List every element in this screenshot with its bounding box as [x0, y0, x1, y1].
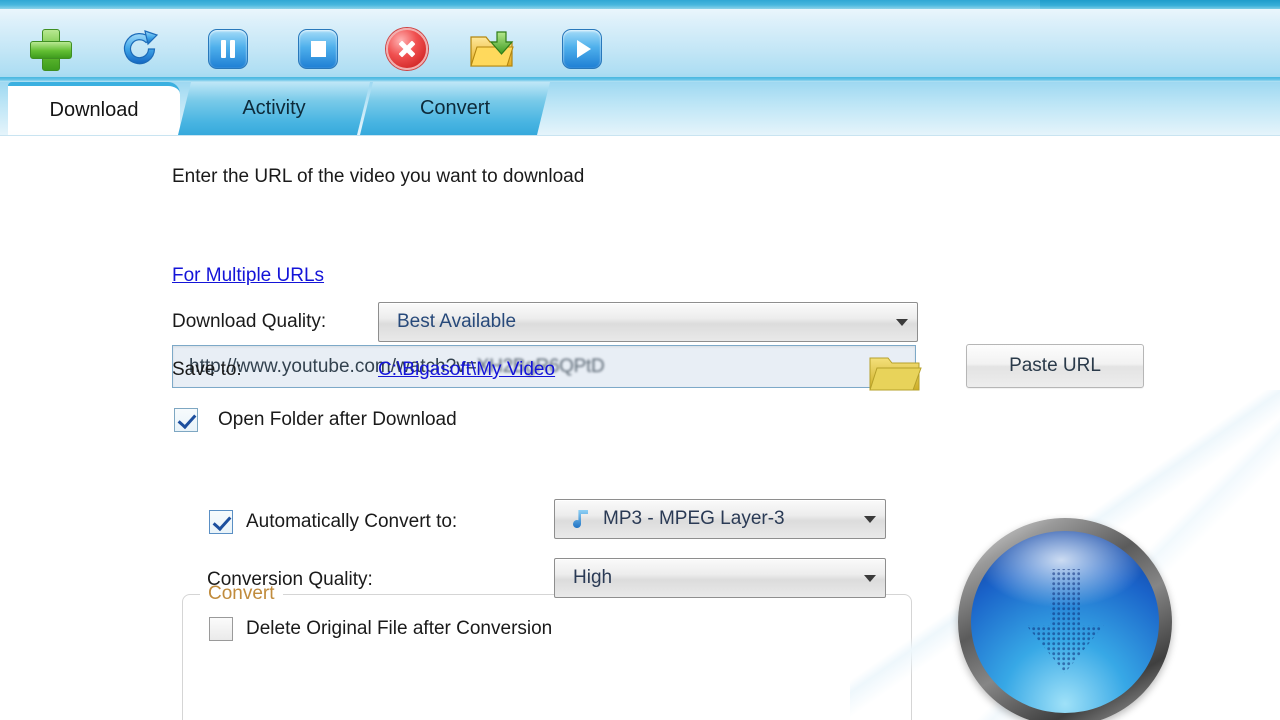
conversion-quality-select[interactable]: High	[554, 558, 886, 598]
chevron-down-icon	[855, 515, 885, 523]
tab-bar: Download Activity Convert	[0, 82, 1280, 135]
stop-icon	[298, 29, 338, 69]
download-sphere-graphic	[958, 518, 1172, 720]
delete-original-label: Delete Original File after Conversion	[246, 618, 553, 639]
play-button[interactable]	[554, 21, 610, 77]
conversion-quality-label: Conversion Quality:	[207, 569, 373, 590]
save-to-label: Save to:	[172, 359, 242, 380]
download-quality-label: Download Quality:	[172, 311, 327, 332]
conversion-quality-value: High	[573, 567, 613, 588]
paste-url-button[interactable]: Paste URL	[966, 344, 1144, 388]
refresh-button[interactable]	[112, 21, 168, 77]
title-bar-strip-right	[1040, 0, 1280, 9]
convert-format-select[interactable]: MP3 - MPEG Layer-3	[554, 499, 886, 539]
download-quality-select[interactable]: Best Available	[378, 302, 918, 342]
toolbar	[0, 9, 1280, 81]
tab-activity-label: Activity	[242, 97, 306, 119]
download-quality-value: Best Available	[397, 311, 517, 332]
plus-icon	[29, 28, 72, 71]
save-to-path-link[interactable]: C:\Bigasoft\My Video	[378, 359, 555, 381]
tab-activity[interactable]: Activity	[178, 82, 370, 135]
convert-groupbox	[182, 594, 912, 720]
chevron-down-icon	[855, 574, 885, 582]
refresh-icon	[123, 30, 159, 65]
folder-download-icon	[470, 31, 514, 67]
sphere-inner	[971, 531, 1159, 713]
paste-url-label: Paste URL	[1009, 355, 1101, 376]
stop-button[interactable]	[290, 21, 346, 77]
download-arrow-icon	[1026, 569, 1104, 673]
auto-convert-label: Automatically Convert to:	[246, 511, 458, 532]
pause-button[interactable]	[200, 21, 256, 77]
tab-convert-label: Convert	[419, 97, 491, 119]
delete-original-checkbox[interactable]	[209, 617, 233, 641]
open-folder-button[interactable]	[464, 21, 520, 77]
chevron-down-icon	[887, 318, 917, 326]
open-folder-after-download-checkbox[interactable]	[174, 408, 198, 432]
play-icon	[562, 29, 602, 69]
browse-folder-icon[interactable]	[868, 352, 922, 394]
tab-download[interactable]: Download	[8, 82, 180, 135]
tab-convert[interactable]: Convert	[360, 82, 550, 135]
delete-icon	[386, 28, 428, 70]
url-prompt-label: Enter the URL of the video you want to d…	[172, 166, 585, 187]
pause-icon	[208, 29, 248, 69]
delete-button[interactable]	[379, 21, 435, 77]
add-download-button[interactable]	[22, 21, 78, 77]
tab-download-label: Download	[49, 99, 139, 121]
application-window: Download Activity Convert Enter the URL …	[0, 0, 1280, 720]
auto-convert-checkbox[interactable]	[209, 510, 233, 534]
multiple-urls-link[interactable]: For Multiple URLs	[172, 265, 324, 287]
convert-format-value: MP3 - MPEG Layer-3	[603, 508, 785, 529]
open-folder-after-download-label: Open Folder after Download	[218, 409, 457, 430]
music-note-icon	[569, 507, 593, 531]
